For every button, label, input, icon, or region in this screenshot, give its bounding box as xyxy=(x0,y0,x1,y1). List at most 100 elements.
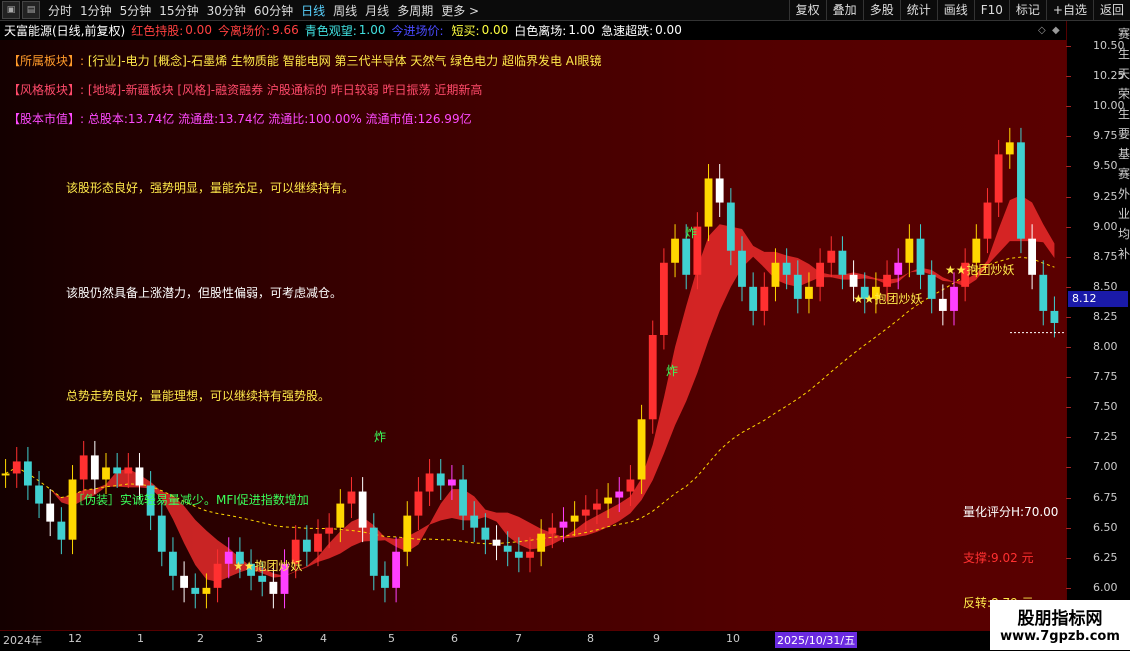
candle-body xyxy=(1,473,10,476)
tab-monthly[interactable]: 月线 xyxy=(365,2,389,19)
hug-signal-1: ★★抱团炒妖 xyxy=(233,559,303,573)
mark-button[interactable]: 标记 xyxy=(1008,0,1046,20)
candle-body xyxy=(570,515,579,522)
candle-body xyxy=(749,286,758,311)
y-tick-4: 9.50 xyxy=(1093,159,1118,173)
candle-body xyxy=(659,262,668,335)
candle-74 xyxy=(827,236,836,278)
watermark-logo: 股朋指标网 www.7gpzb.com xyxy=(990,600,1130,650)
comment-strong: 该股形态良好，强势明显，量能充足，可以继续持有。 xyxy=(66,181,355,195)
diamond-filled-icon[interactable]: ◆ xyxy=(1052,25,1060,36)
tab-5min[interactable]: 5分钟 xyxy=(120,2,152,19)
candle-body xyxy=(191,587,200,594)
candle-body xyxy=(916,238,925,275)
entry-price-label: 今进场价: xyxy=(391,23,444,38)
candle-body xyxy=(314,533,322,552)
candle-body xyxy=(57,521,66,540)
restore-rights-button[interactable]: 复权 xyxy=(788,0,826,20)
candle-body xyxy=(805,286,813,299)
f10-button[interactable]: F10 xyxy=(973,0,1009,20)
y-tick-3: 9.75 xyxy=(1093,129,1118,143)
tab-daily[interactable]: 日线 xyxy=(301,2,325,19)
candle-body xyxy=(347,491,356,504)
candle-body xyxy=(447,479,456,486)
candle-body xyxy=(157,515,166,552)
oversold-label: 急速超跌: xyxy=(601,23,654,38)
candle-17 xyxy=(191,573,200,609)
candle-body xyxy=(514,551,523,558)
candle-36 xyxy=(403,501,412,567)
tab-intraday[interactable]: 分时 xyxy=(48,2,72,19)
y-tick-12: 7.50 xyxy=(1093,400,1118,414)
candle-body xyxy=(1050,310,1059,323)
tab-more[interactable]: 更多 > xyxy=(441,2,479,19)
candle-48 xyxy=(537,519,546,567)
tab-1min[interactable]: 1分钟 xyxy=(80,2,112,19)
style-label: 【风格板块】: xyxy=(8,83,85,97)
candle-1 xyxy=(12,446,21,488)
candle-body xyxy=(169,551,177,576)
y-tick-mark-18 xyxy=(1066,587,1071,589)
tab-multi-period[interactable]: 多周期 xyxy=(397,2,433,19)
candle-body xyxy=(403,515,412,552)
y-tick-mark-17 xyxy=(1066,557,1071,559)
candle-83 xyxy=(927,260,936,314)
x-label-1: 1 xyxy=(137,632,144,645)
y-tick-mark-2 xyxy=(1066,106,1071,108)
quant-score: 量化评分H:70.00 xyxy=(963,505,1059,519)
diamond-icon[interactable]: ◇ xyxy=(1038,25,1046,36)
fake-signal: ［伪装］实诚轻易量减少。MFI促进指数增加 xyxy=(72,493,309,507)
candle-body xyxy=(526,551,534,558)
y-tick-15: 6.75 xyxy=(1093,490,1118,504)
tab-30min[interactable]: 30分钟 xyxy=(207,2,246,19)
tab-15min[interactable]: 15分钟 xyxy=(159,2,198,19)
candle-body xyxy=(581,509,590,516)
watermark-line1: 股朋指标网 xyxy=(1017,609,1103,629)
style-section: 【风格板块】: [地域]-新疆板块 [风格]-融资融券 沪股通标的 昨日较弱 昨… xyxy=(8,81,482,98)
candle-body xyxy=(537,533,546,552)
tab-60min[interactable]: 60分钟 xyxy=(254,2,293,19)
candle-43 xyxy=(481,513,490,555)
chart-area[interactable] xyxy=(0,40,1066,630)
short-buy-label: 短买: xyxy=(451,23,480,38)
window-menu-icon[interactable]: ▤ xyxy=(22,1,40,19)
x-label-3: 3 xyxy=(256,632,263,645)
y-tick-mark-10 xyxy=(1066,347,1071,349)
candle-body xyxy=(1028,238,1037,275)
bomb-signal-3: 炸 xyxy=(685,226,698,240)
add-watchlist-button[interactable]: +自选 xyxy=(1045,0,1093,20)
tab-weekly[interactable]: 周线 xyxy=(333,2,357,19)
candle-body xyxy=(381,575,389,588)
candle-38 xyxy=(425,459,434,506)
candle-body xyxy=(113,467,122,474)
candle-body xyxy=(414,491,423,516)
statistics-button[interactable]: 统计 xyxy=(899,0,937,20)
candle-94 xyxy=(1050,296,1059,338)
candle-body xyxy=(905,238,914,263)
cyan-watch-label: 青色观望: xyxy=(304,23,357,38)
window-restore-icon[interactable]: ▣ xyxy=(2,1,20,19)
candle-64 xyxy=(715,164,724,217)
y-tick-mark-5 xyxy=(1066,196,1071,198)
candle-85 xyxy=(950,272,958,326)
candle-81 xyxy=(905,224,914,278)
back-button[interactable]: 返回 xyxy=(1092,0,1130,20)
candle-31 xyxy=(347,477,356,519)
overlay-button[interactable]: 叠加 xyxy=(825,0,863,20)
y-tick-13: 7.25 xyxy=(1093,430,1118,444)
candle-body xyxy=(46,503,55,522)
candle-body xyxy=(738,250,746,287)
candle-body xyxy=(492,539,501,546)
exit-price-label: 今离场价: xyxy=(217,23,270,38)
candle-body xyxy=(927,274,936,299)
y-tick-mark-13 xyxy=(1066,437,1071,439)
bomb-signal-1: 炸 xyxy=(374,430,387,444)
candle-6 xyxy=(68,465,77,555)
draw-line-button[interactable]: 画线 xyxy=(936,0,974,20)
candle-body xyxy=(816,262,825,287)
x-label-2: 2 xyxy=(197,632,204,645)
multi-stock-button[interactable]: 多股 xyxy=(862,0,900,20)
bomb-signal-2: 炸 xyxy=(666,364,679,378)
candle-14 xyxy=(157,501,166,567)
candle-body xyxy=(213,563,222,588)
